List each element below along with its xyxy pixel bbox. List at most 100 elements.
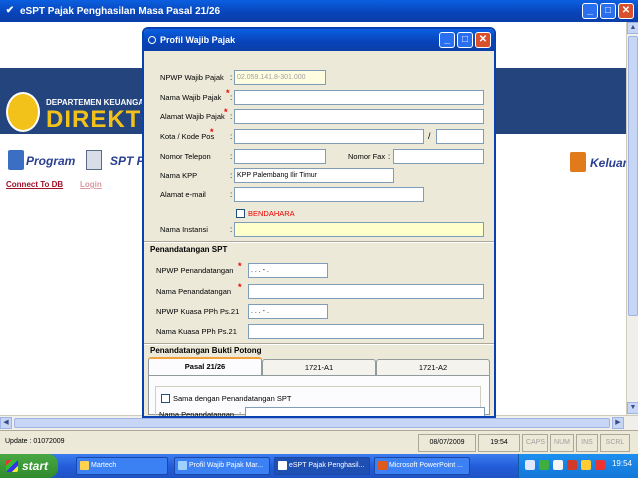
login-link[interactable]: Login xyxy=(80,180,102,189)
kode-pos-field[interactable] xyxy=(436,129,484,144)
colon: : xyxy=(230,152,233,161)
start-label: start xyxy=(22,459,49,473)
vertical-scroll-thumb[interactable] xyxy=(628,36,638,316)
scroll-right-icon[interactable]: ▶ xyxy=(612,417,624,429)
bukti-potong-tabs: Sama dengan Penandatangan SPT Nama Penan… xyxy=(148,357,490,416)
dialog-maximize-button[interactable]: □ xyxy=(457,32,473,48)
minimize-button[interactable]: _ xyxy=(582,3,598,19)
bukti-potong-title: Penandatangan Bukti Potong xyxy=(150,346,262,355)
task-powerpoint[interactable]: Microsoft PowerPoint ... xyxy=(374,457,470,475)
telepon-label: Nomor Telepon xyxy=(160,152,211,161)
npwp-field[interactable]: 02.059.141.8-301.000 xyxy=(234,70,326,85)
nama-kuasa-field[interactable] xyxy=(248,324,484,339)
powerpoint-icon xyxy=(378,461,387,470)
task-profil-wajib-pajak[interactable]: Profil Wajib Pajak Mar... xyxy=(174,457,270,475)
nama-kuasa-label: Nama Kuasa PPh Ps.21 xyxy=(156,327,237,336)
dialog-close-button[interactable]: ✕ xyxy=(475,32,491,48)
email-field[interactable] xyxy=(234,187,424,202)
profil-wajib-pajak-dialog: Profil Wajib Pajak _ □ ✕ NPWP Wajib Paja… xyxy=(142,27,496,418)
connect-db-link[interactable]: Connect To DB xyxy=(6,180,63,189)
same-as-spt-checkbox[interactable] xyxy=(161,394,170,403)
fax-field[interactable] xyxy=(393,149,484,164)
npwp-penandatangan-label: NPWP Penandatangan xyxy=(156,266,234,275)
email-label: Alamat e-mail xyxy=(160,190,206,199)
check-icon xyxy=(278,461,287,470)
required-marker: * xyxy=(210,127,214,137)
colon: : xyxy=(230,93,233,102)
tab-1721-a2[interactable]: 1721-A2 xyxy=(376,359,490,375)
same-as-spt-label: Sama dengan Penandatangan SPT xyxy=(173,394,292,403)
task-espt[interactable]: eSPT Pajak Penghasil... xyxy=(274,457,370,475)
nama-penandatangan-field[interactable] xyxy=(248,284,484,299)
dialog-app-icon xyxy=(148,36,156,44)
status-ins: INS xyxy=(576,434,598,452)
bukti-nama-label: Nama Penandatangan xyxy=(159,410,235,418)
exit-icon[interactable] xyxy=(570,152,586,172)
start-button[interactable]: start xyxy=(0,454,58,478)
colon: : xyxy=(230,132,233,141)
tray-shield-icon[interactable] xyxy=(539,460,549,470)
section-divider xyxy=(144,343,494,345)
npwp-kuasa-field[interactable]: . . . - . xyxy=(248,304,328,319)
penandatangan-spt-title: Penandatangan SPT xyxy=(150,245,228,254)
bendahara-checkbox[interactable] xyxy=(236,209,245,218)
tray-network-icon[interactable] xyxy=(525,460,535,470)
telepon-field[interactable] xyxy=(234,149,326,164)
required-marker: * xyxy=(224,107,228,117)
scroll-up-icon[interactable]: ▲ xyxy=(627,22,638,34)
program-icon[interactable] xyxy=(8,150,24,170)
colon: : xyxy=(230,171,233,180)
colon: : xyxy=(230,73,233,82)
colon: : xyxy=(230,112,233,121)
task-martech[interactable]: Martech xyxy=(76,457,168,475)
tray-power-icon[interactable] xyxy=(595,460,605,470)
tab-pasal-21-26[interactable]: Pasal 21/26 xyxy=(148,357,262,375)
colon: : xyxy=(388,152,391,161)
colon: : xyxy=(239,410,242,418)
scroll-down-icon[interactable]: ▼ xyxy=(627,402,638,414)
dialog-title: Profil Wajib Pajak xyxy=(160,35,236,45)
menu-spt[interactable]: SPT P xyxy=(110,154,145,168)
alamat-wp-field[interactable] xyxy=(234,109,484,124)
scroll-left-icon[interactable]: ◀ xyxy=(0,417,12,429)
status-caps: CAPS xyxy=(522,434,548,452)
tray-volume-icon[interactable] xyxy=(553,460,563,470)
maximize-button[interactable]: □ xyxy=(600,3,616,19)
instansi-field[interactable] xyxy=(234,222,484,237)
instansi-label: Nama Instansi xyxy=(160,225,208,234)
dialog-titlebar: Profil Wajib Pajak _ □ ✕ xyxy=(144,29,494,51)
kota-field[interactable] xyxy=(234,129,424,144)
close-button[interactable]: ✕ xyxy=(618,3,634,19)
kpp-label: Nama KPP xyxy=(160,171,198,180)
bendahara-label: BENDAHARA xyxy=(248,209,295,218)
horizontal-scroll-thumb[interactable] xyxy=(14,418,610,428)
spt-icon[interactable] xyxy=(86,150,102,170)
npwp-penandatangan-field[interactable]: . . . - . xyxy=(248,263,328,278)
bukti-nama-field[interactable] xyxy=(245,407,485,416)
npwp-label: NPWP Wajib Pajak xyxy=(160,73,224,82)
status-num: NUM xyxy=(550,434,574,452)
status-date: 08/07/2009 xyxy=(418,434,476,452)
menu-keluar[interactable]: Keluar xyxy=(590,156,627,170)
window-icon xyxy=(178,461,187,470)
npwp-kuasa-label: NPWP Kuasa PPh Ps.21 xyxy=(156,307,240,316)
app-check-icon: ✔ xyxy=(5,5,15,16)
kota-separator: / xyxy=(428,131,431,141)
task-label: Microsoft PowerPoint ... xyxy=(389,462,463,469)
menu-program[interactable]: Program xyxy=(26,154,75,168)
tab-1721-a1[interactable]: 1721-A1 xyxy=(262,359,376,375)
required-marker: * xyxy=(226,88,230,98)
task-label: Profil Wajib Pajak Mar... xyxy=(189,462,264,469)
main-window-titlebar: ✔ eSPT Pajak Penghasilan Masa Pasal 21/2… xyxy=(0,0,638,22)
folder-icon xyxy=(80,461,89,470)
dialog-minimize-button[interactable]: _ xyxy=(439,32,455,48)
tray-app-icon[interactable] xyxy=(581,460,591,470)
nama-wp-field[interactable] xyxy=(234,90,484,105)
tray-antivirus-icon[interactable] xyxy=(567,460,577,470)
vertical-scrollbar[interactable]: ▲ ▼ xyxy=(626,22,638,415)
status-update: Update : 01072009 xyxy=(2,434,414,452)
tray-clock: 19:54 xyxy=(611,459,632,468)
system-tray: 19:54 xyxy=(518,454,638,478)
section-divider xyxy=(144,241,494,243)
kpp-field[interactable]: KPP Palembang Ilir Timur xyxy=(234,168,394,183)
